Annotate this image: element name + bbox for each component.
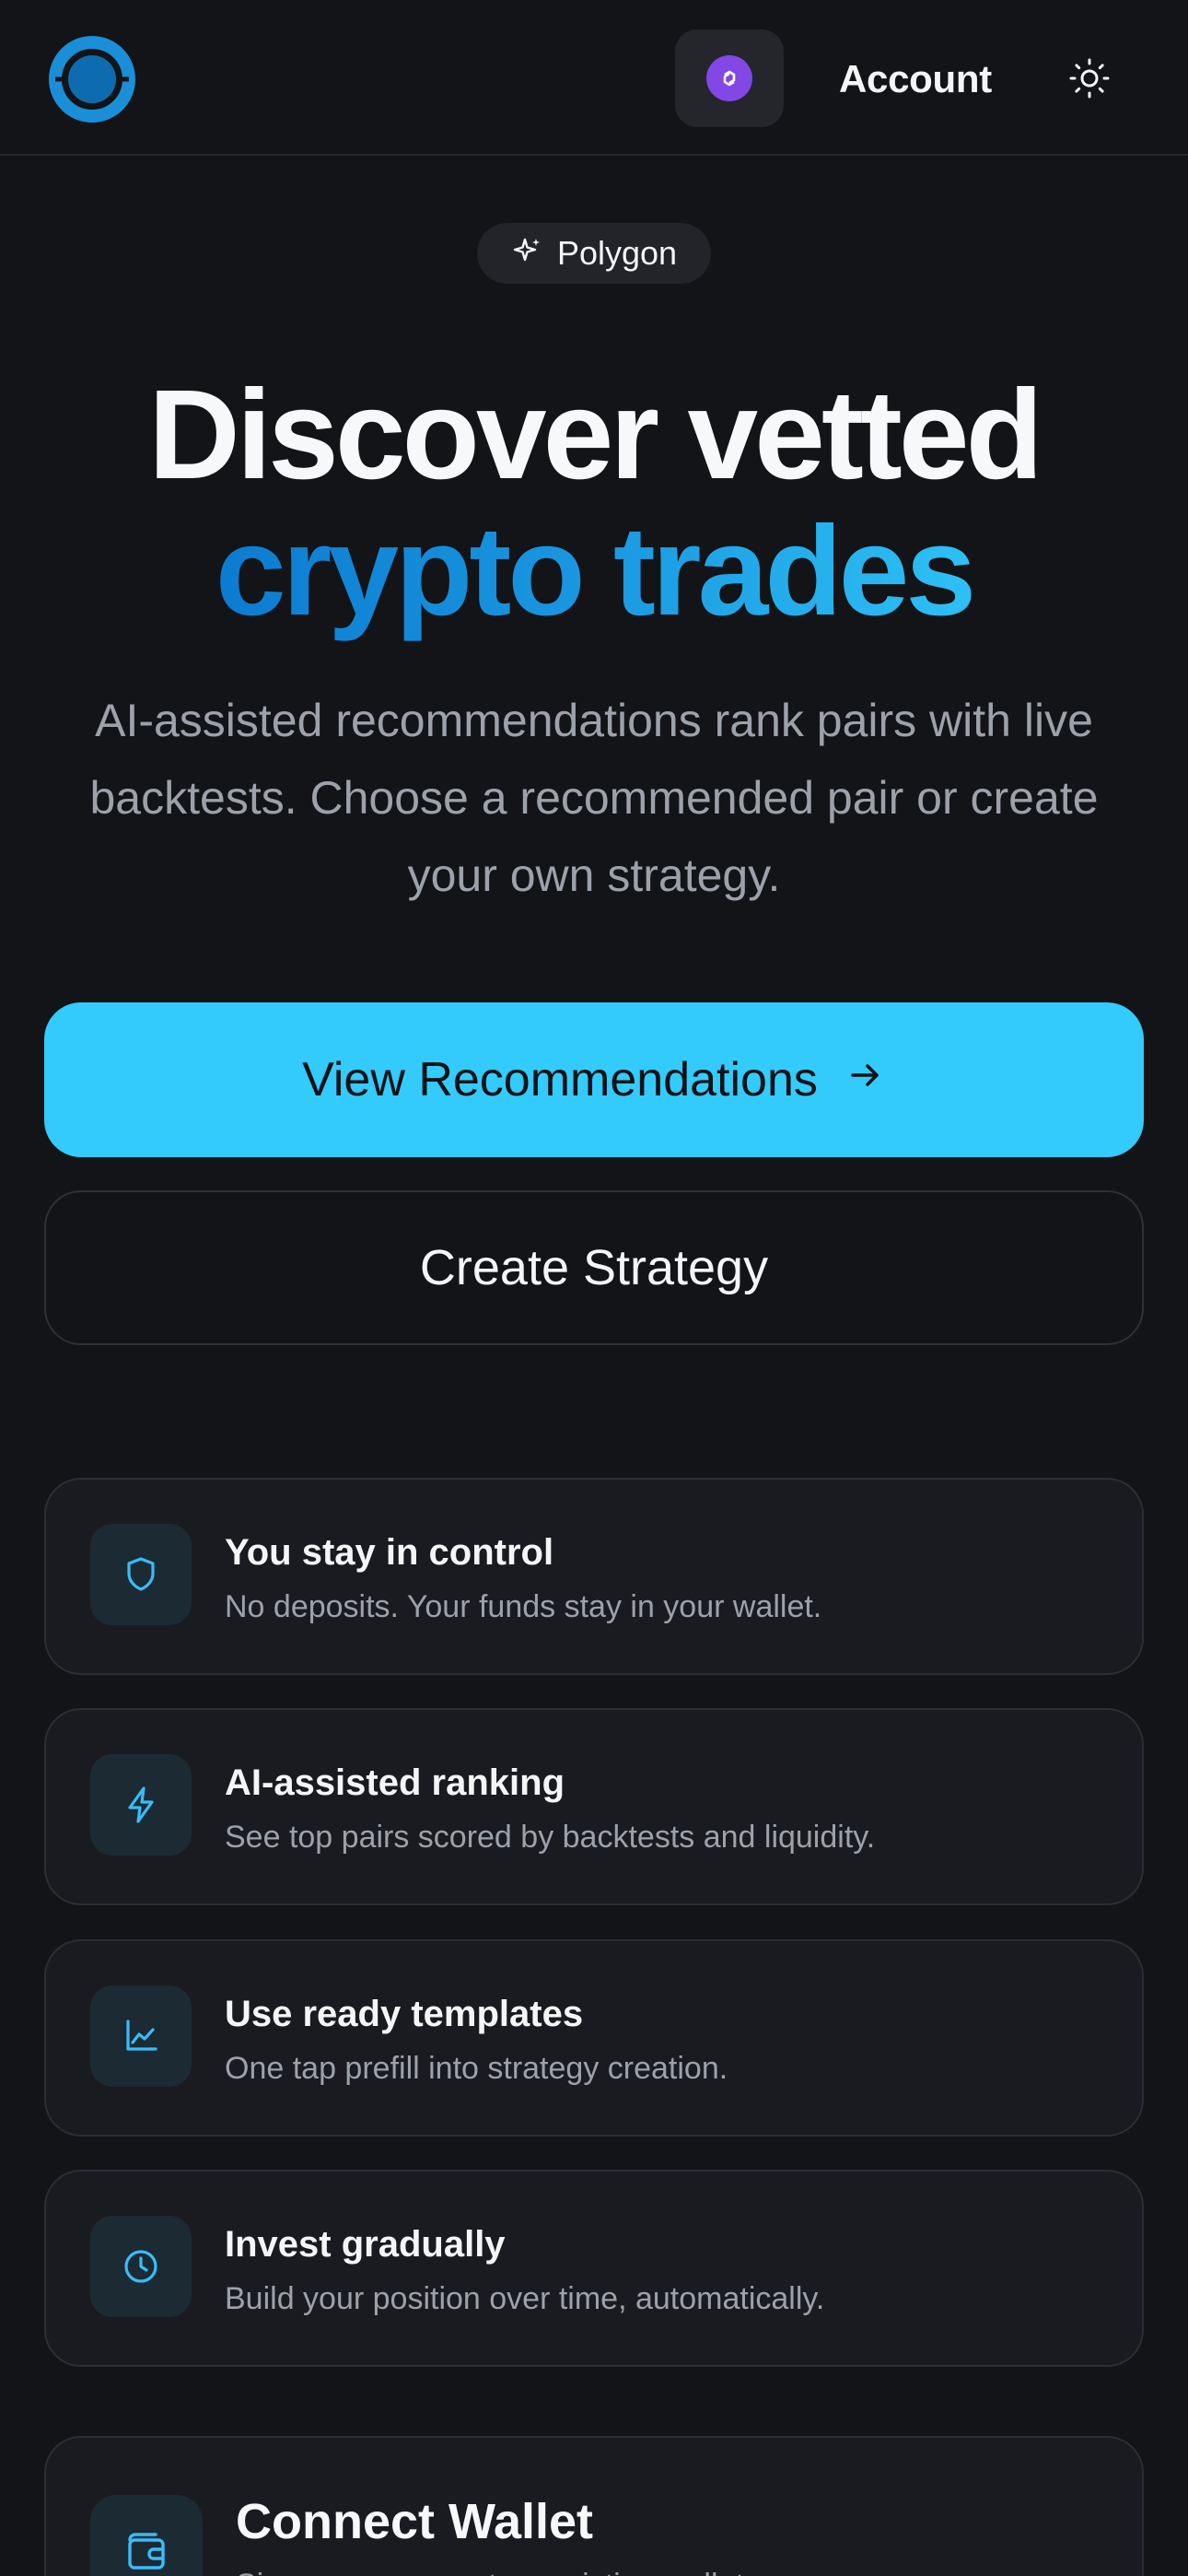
arrow-right-icon xyxy=(845,1052,886,1107)
clock-icon xyxy=(90,2216,192,2317)
feature-description: See top pairs scored by backtests and li… xyxy=(225,1820,876,1855)
feature-card-invest-gradually: Invest gradually Build your position ove… xyxy=(44,2170,1144,2367)
feature-description: No deposits. Your funds stay in your wal… xyxy=(225,1589,822,1624)
chart-line-icon xyxy=(90,1985,192,2087)
network-selector-button[interactable] xyxy=(675,29,784,127)
connect-wallet-title: Connect Wallet xyxy=(236,2494,594,2549)
hero-subtitle: AI-assisted recommendations rank pairs w… xyxy=(89,695,1099,901)
view-recommendations-label: View Recommendations xyxy=(302,1053,818,1107)
feature-title: Invest gradually xyxy=(225,2224,506,2265)
feature-description: One tap prefill into strategy creation. xyxy=(225,2051,728,2086)
polygon-icon xyxy=(706,55,752,101)
feature-title: Use ready templates xyxy=(225,1994,584,2034)
connect-wallet-description: Sign up or connect an existing wallet xyxy=(236,2565,744,2576)
feature-description: Build your position over time, automatic… xyxy=(225,2281,825,2316)
shield-icon xyxy=(90,1524,192,1625)
feature-card-templates: Use ready templates One tap prefill into… xyxy=(44,1939,1144,2137)
hero-title-highlight: crypto trades xyxy=(215,500,976,642)
theme-toggle-sun-icon[interactable] xyxy=(1065,53,1114,103)
feature-title: You stay in control xyxy=(225,1532,554,1573)
create-strategy-button[interactable]: Create Strategy xyxy=(44,1190,1144,1345)
app-logo-icon[interactable] xyxy=(48,35,136,123)
hero-title-line1: Discover vetted xyxy=(148,364,1043,506)
feature-title: AI-assisted ranking xyxy=(225,1762,565,1803)
wallet-icon xyxy=(90,2495,203,2576)
feature-card-ai-ranking: AI-assisted ranking See top pairs scored… xyxy=(44,1708,1144,1905)
account-link[interactable]: Account xyxy=(839,52,992,107)
feature-card-control: You stay in control No deposits. Your fu… xyxy=(44,1478,1144,1675)
lightning-icon xyxy=(90,1754,192,1856)
network-chip-label: Polygon xyxy=(556,234,678,272)
page: Account Polygon Discover vetted crypto t… xyxy=(0,0,1188,2576)
view-recommendations-button[interactable]: View Recommendations xyxy=(44,1002,1144,1157)
connect-wallet-card[interactable]: Connect Wallet Sign up or connect an exi… xyxy=(44,2436,1144,2576)
hero-title-line2: crypto trades xyxy=(0,498,1188,645)
sparkle-icon xyxy=(511,235,544,273)
top-nav: Account xyxy=(0,0,1188,156)
network-chip: Polygon xyxy=(477,223,711,284)
